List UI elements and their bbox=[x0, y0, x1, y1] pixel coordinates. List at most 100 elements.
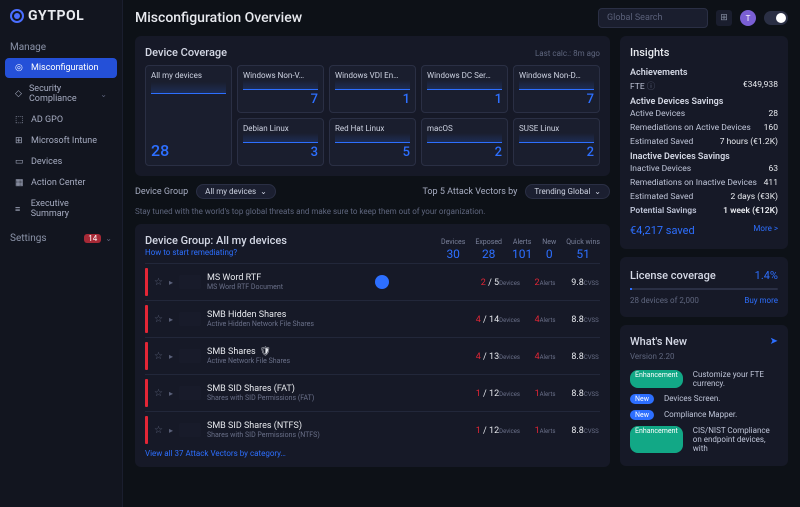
expand-icon[interactable]: ▸ bbox=[169, 426, 173, 435]
top-vectors-select[interactable]: Trending Global⌄ bbox=[525, 184, 610, 199]
device-group-label: Device Group bbox=[135, 187, 188, 197]
whats-new-text: Compliance Mapper. bbox=[664, 410, 737, 420]
sparkline-icon bbox=[519, 80, 594, 90]
sparkline-icon bbox=[427, 80, 502, 90]
star-icon[interactable]: ☆ bbox=[154, 388, 163, 399]
sidebar-item-microsoft-intune[interactable]: ⊞Microsoft Intune bbox=[5, 131, 117, 151]
sidebar-item-misconfiguration[interactable]: ◎Misconfiguration bbox=[5, 58, 117, 78]
coverage-card[interactable]: Debian Linux3 bbox=[237, 118, 324, 166]
row-devices: 2 / 5 bbox=[481, 278, 499, 288]
vector-row[interactable]: ☆▸SMB SID Shares (NTFS)Shares with SID P… bbox=[145, 411, 600, 448]
sparkline-icon bbox=[519, 133, 594, 143]
stat-label: Exposed bbox=[475, 238, 502, 246]
whats-new-tag: Enhancement bbox=[630, 426, 683, 453]
fte-label: FTE bbox=[630, 82, 645, 92]
chevron-down-icon: ⌄ bbox=[105, 234, 112, 243]
insights-row-value: 28 bbox=[768, 109, 778, 119]
manage-section-label: Manage bbox=[0, 34, 122, 57]
expand-icon[interactable]: ▸ bbox=[169, 352, 173, 361]
filter-row: Device Group All my devices⌄ Top 5 Attac… bbox=[135, 184, 610, 199]
coverage-card-name: Windows Non-V… bbox=[243, 71, 318, 78]
buy-more-link[interactable]: Buy more bbox=[744, 296, 778, 305]
achievements-title: Achievements bbox=[630, 65, 778, 78]
sidebar-item-executive-summary[interactable]: ≡Executive Summary bbox=[5, 194, 117, 224]
whats-new-item: NewDevices Screen. bbox=[630, 391, 778, 407]
star-icon[interactable]: ☆ bbox=[154, 351, 163, 362]
nav-label: Devices bbox=[31, 157, 62, 167]
star-icon[interactable]: ☆ bbox=[154, 277, 163, 288]
sparkline-icon bbox=[427, 133, 502, 143]
row-devices: 4 / 13 bbox=[476, 352, 499, 362]
expand-icon[interactable]: ▸ bbox=[169, 389, 173, 398]
sparkline-icon bbox=[335, 80, 410, 90]
device-group-select[interactable]: All my devices⌄ bbox=[196, 184, 276, 199]
vector-row[interactable]: ☆▸SMB Shares 🛡Active Network File Shares… bbox=[145, 337, 600, 374]
vector-row[interactable]: ☆▸SMB Hidden SharesActive Hidden Network… bbox=[145, 300, 600, 337]
vector-chart-icon bbox=[179, 312, 201, 326]
insights-row: Remediations on Active Devices160 bbox=[630, 121, 778, 135]
stat-devices: Devices30 bbox=[441, 236, 465, 261]
coverage-card[interactable]: Windows Non-V…7 bbox=[237, 65, 324, 113]
sidebar-item-ad-gpo[interactable]: ⬚AD GPO bbox=[5, 110, 117, 130]
stat-value: 101 bbox=[512, 247, 532, 261]
coverage-card-name: SUSE Linux bbox=[519, 124, 594, 131]
theme-toggle[interactable] bbox=[764, 11, 788, 25]
top5-label: Top 5 Attack Vectors by bbox=[422, 187, 517, 197]
sidebar-item-devices[interactable]: ▭Devices bbox=[5, 152, 117, 172]
compass-icon[interactable] bbox=[375, 275, 389, 289]
expand-icon[interactable]: ▸ bbox=[169, 315, 173, 324]
stat-value: 51 bbox=[566, 247, 600, 261]
page-title: Misconfiguration Overview bbox=[135, 10, 302, 26]
vector-name: SMB Hidden Shares bbox=[207, 310, 314, 320]
vectors-title: Device Group: All my devices bbox=[145, 234, 287, 247]
sparkline-icon bbox=[243, 133, 318, 143]
view-all-vectors-link[interactable]: View all 37 Attack Vectors by category… bbox=[145, 449, 286, 458]
device-coverage-title: Device Coverage bbox=[145, 46, 227, 59]
sidebar: GYTPOL Manage ◎Misconfiguration◇Security… bbox=[0, 0, 123, 507]
coverage-card[interactable]: Windows VDI En…1 bbox=[329, 65, 416, 113]
coverage-card-value: 2 bbox=[427, 145, 502, 160]
whats-new-item: EnhancementCIS/NIST Compliance on endpoi… bbox=[630, 423, 778, 456]
sidebar-item-security-compliance[interactable]: ◇Security Compliance⌄ bbox=[5, 79, 117, 109]
apps-icon[interactable]: ⊞ bbox=[716, 10, 732, 26]
coverage-card[interactable]: All my devices28 bbox=[145, 65, 232, 166]
whats-new-item: EnhancementCustomize your FTE currency. bbox=[630, 367, 778, 391]
user-avatar[interactable]: T bbox=[740, 10, 756, 26]
nav-label: Security Compliance bbox=[29, 84, 94, 104]
main-area: Misconfiguration Overview Global Search … bbox=[123, 0, 800, 507]
coverage-card[interactable]: macOS2 bbox=[421, 118, 508, 166]
insights-panel: Insights Achievements FTE ⓘ €349,938 Act… bbox=[620, 36, 788, 249]
coverage-card[interactable]: Windows Non-D…7 bbox=[513, 65, 600, 113]
coverage-card-name: Red Hat Linux bbox=[335, 124, 410, 131]
how-to-remediate-link[interactable]: How to start remediating? bbox=[145, 248, 237, 257]
coverage-card[interactable]: Windows DC Ser…1 bbox=[421, 65, 508, 113]
expand-icon[interactable]: ▸ bbox=[169, 278, 173, 287]
insights-row-value: 7 hours (€1.2K) bbox=[720, 137, 778, 147]
potential-savings-value: 1 week (€12K) bbox=[723, 206, 778, 216]
coverage-card[interactable]: Red Hat Linux5 bbox=[329, 118, 416, 166]
sidebar-settings[interactable]: Settings 14 ⌄ bbox=[0, 225, 122, 252]
insights-more-link[interactable]: More > bbox=[753, 224, 778, 237]
coverage-card-value: 1 bbox=[335, 92, 410, 107]
stat-quick-wins: Quick wins51 bbox=[566, 236, 600, 261]
sidebar-item-action-center[interactable]: ▦Action Center bbox=[5, 173, 117, 193]
vector-row[interactable]: ☆▸SMB SID Shares (FAT)Shares with SID Pe… bbox=[145, 374, 600, 411]
star-icon[interactable]: ☆ bbox=[154, 425, 163, 436]
star-icon[interactable]: ☆ bbox=[154, 314, 163, 325]
license-panel: License coverage 1.4% 28 devices of 2,00… bbox=[620, 257, 788, 317]
row-cvss: 8.8 bbox=[571, 352, 584, 362]
attack-vectors-panel: Device Group: All my devices How to star… bbox=[135, 224, 610, 467]
nav-icon: ≡ bbox=[15, 204, 25, 214]
vector-chart-icon bbox=[179, 349, 201, 363]
global-search-input[interactable]: Global Search bbox=[598, 8, 708, 28]
whats-new-title: What's New bbox=[630, 335, 687, 348]
vector-chart-icon bbox=[179, 275, 201, 289]
info-icon[interactable]: ⓘ bbox=[647, 82, 656, 92]
severity-indicator bbox=[145, 379, 148, 407]
vector-name: SMB SID Shares (FAT) bbox=[207, 384, 314, 394]
vector-row[interactable]: ☆▸MS Word RTFMS Word RTF Document2 / 5De… bbox=[145, 263, 600, 300]
coverage-card[interactable]: SUSE Linux2 bbox=[513, 118, 600, 166]
gytpol-logo-icon bbox=[10, 9, 24, 23]
row-cvss: 9.8 bbox=[571, 278, 584, 288]
nav-icon: ◇ bbox=[15, 89, 23, 99]
